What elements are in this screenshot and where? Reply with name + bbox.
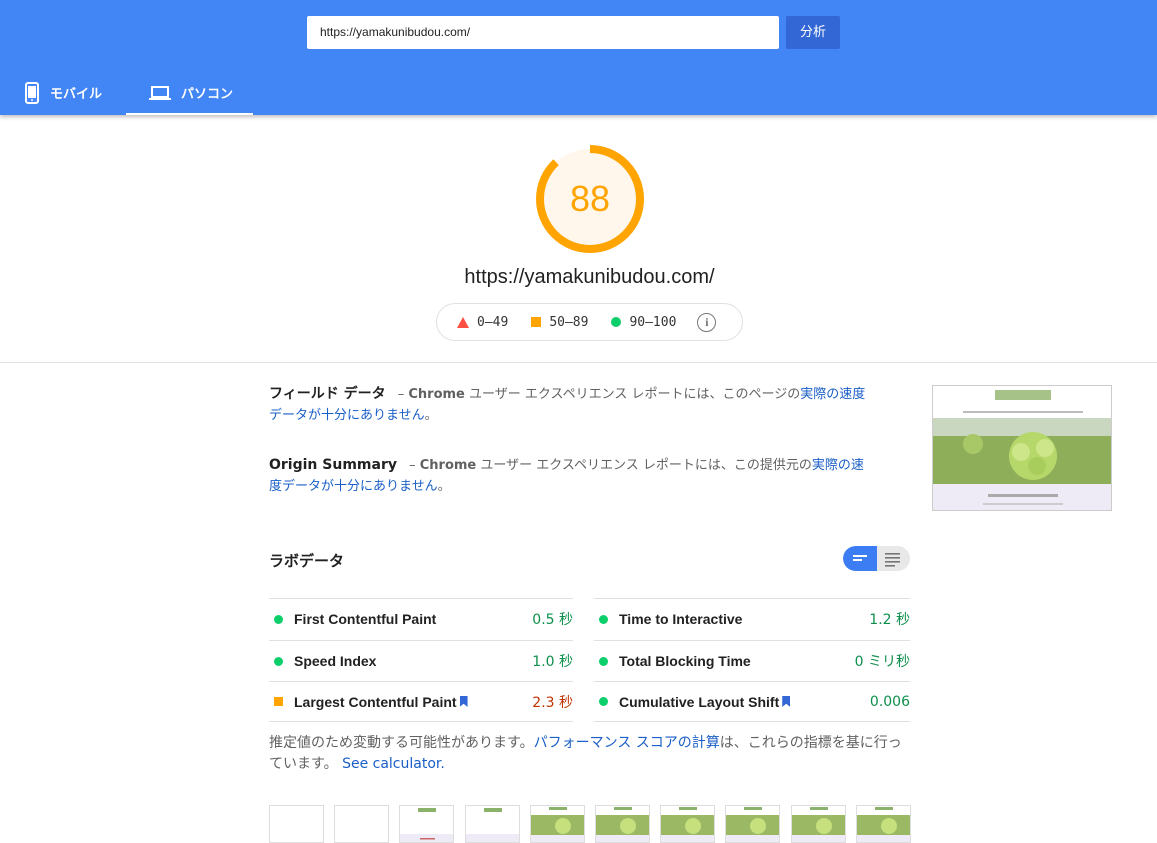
legend-fail: 0–49 xyxy=(457,315,508,330)
metric-row: Largest Contentful Paint 2.3 秒 xyxy=(269,681,573,722)
score-legend: 0–49 50–89 90–100 i xyxy=(436,303,743,341)
info-icon[interactable]: i xyxy=(697,312,717,332)
active-tab-indicator xyxy=(126,113,253,115)
filmstrip-frame xyxy=(595,805,650,843)
tab-desktop-label: パソコン xyxy=(181,87,234,102)
page-screenshot-thumbnail xyxy=(932,385,1112,511)
compact-view-button[interactable] xyxy=(843,546,877,571)
average-square-icon xyxy=(274,697,283,706)
metric-row: Speed Index 1.0 秒 xyxy=(269,640,573,681)
score-calc-link[interactable]: パフォーマンス スコアの計算 xyxy=(534,735,720,751)
score-value: 88 xyxy=(569,178,611,219)
expanded-list-icon[interactable] xyxy=(877,546,910,571)
circle-icon xyxy=(611,317,622,327)
field-data-section: フィールド データ – Chrome ユーザー エクスペリエンス レポートには、… xyxy=(269,384,869,426)
filmstrip-frame xyxy=(530,805,585,843)
lab-note: 推定値のため変動する可能性があります。パフォーマンス スコアの計算は、これらの指… xyxy=(269,733,914,775)
legend-average: 50–89 xyxy=(531,315,588,330)
origin-summary-text: ユーザー エクスペリエンス レポートには、この提供元の xyxy=(476,458,812,473)
filmstrip-frame xyxy=(465,805,520,843)
analyzed-url: https://yamakunibudou.com/ xyxy=(464,266,715,288)
see-calculator-link[interactable]: See calculator. xyxy=(342,756,445,772)
field-data-end: 。 xyxy=(424,408,438,423)
metric-value: 1.0 秒 xyxy=(532,654,573,670)
pass-circle-icon xyxy=(599,697,608,706)
metric-row: Time to Interactive 1.2 秒 xyxy=(594,598,910,639)
field-data-text: ユーザー エクスペリエンス レポートには、このページの xyxy=(464,387,801,402)
metric-name-wrap: Cumulative Layout Shift xyxy=(619,694,870,710)
legend-pass: 90–100 xyxy=(611,315,676,330)
metric-value: 2.3 秒 xyxy=(532,694,573,711)
metric-value: 0.006 xyxy=(869,693,910,710)
square-icon xyxy=(531,317,542,327)
metric-value: 0.5 秒 xyxy=(532,612,573,628)
metric-name: Cumulative Layout Shift xyxy=(619,693,780,710)
pass-circle-icon xyxy=(599,614,608,624)
pass-circle-icon xyxy=(274,656,283,666)
origin-summary-section: Origin Summary – Chrome ユーザー エクスペリエンス レポ… xyxy=(269,455,869,497)
metric-row: Cumulative Layout Shift 0.006 xyxy=(594,681,910,722)
origin-summary-chrome: Chrome xyxy=(419,458,477,473)
field-data-dash: – xyxy=(397,387,405,402)
metric-name: Total Blocking Time xyxy=(619,653,751,669)
note-text: 推定値のため変動する可能性があります。 xyxy=(269,735,534,751)
filmstrip-frame xyxy=(660,805,715,843)
metric-value: 1.2 秒 xyxy=(869,612,910,628)
metric-value: 0 ミリ秒 xyxy=(854,654,910,670)
compact-list-icon xyxy=(853,555,867,561)
filmstrip-frame xyxy=(269,805,324,843)
url-input[interactable]: https://yamakunibudou.com/ xyxy=(307,16,779,49)
analyze-button[interactable]: 分析 xyxy=(786,16,840,49)
metric-name: First Contentful Paint xyxy=(294,611,437,627)
filmstrip-frame xyxy=(334,805,389,843)
metric-name: Speed Index xyxy=(294,653,377,669)
field-data-title: フィールド データ xyxy=(269,386,386,402)
bookmark-icon xyxy=(782,696,791,707)
filmstrip-frame xyxy=(399,805,454,843)
origin-summary-title: Origin Summary xyxy=(269,457,397,473)
section-divider xyxy=(0,362,1157,363)
lab-data-title: ラボデータ xyxy=(269,552,345,570)
triangle-icon xyxy=(457,316,469,328)
smartphone-icon xyxy=(25,81,39,104)
pass-circle-icon xyxy=(599,656,608,666)
pass-circle-icon xyxy=(274,614,283,624)
laptop-icon xyxy=(149,85,171,100)
metric-name: Largest Contentful Paint xyxy=(294,693,457,710)
tab-mobile-label: モバイル xyxy=(50,87,103,102)
header-bar: https://yamakunibudou.com/ 分析 モバイル パソコン xyxy=(0,0,1157,115)
field-data-chrome: Chrome xyxy=(408,387,465,402)
view-toggle[interactable] xyxy=(843,546,910,571)
filmstrip-frame xyxy=(791,805,846,843)
metric-name: Time to Interactive xyxy=(619,611,743,627)
tab-desktop[interactable]: パソコン xyxy=(126,70,253,115)
legend-fail-range: 0–49 xyxy=(477,314,509,330)
screenshot-image xyxy=(933,386,1111,510)
filmstrip-frame xyxy=(856,805,911,843)
filmstrip-frame xyxy=(725,805,780,843)
legend-average-range: 50–89 xyxy=(549,314,589,330)
bookmark-icon xyxy=(459,696,468,707)
origin-summary-end: 。 xyxy=(437,479,451,494)
metric-name-wrap: Largest Contentful Paint xyxy=(294,694,532,710)
metric-row: First Contentful Paint 0.5 秒 xyxy=(269,598,573,639)
origin-summary-dash: – xyxy=(409,458,416,473)
metric-row: Total Blocking Time 0 ミリ秒 xyxy=(594,640,910,681)
tab-mobile[interactable]: モバイル xyxy=(24,70,102,115)
legend-pass-range: 90–100 xyxy=(629,314,677,330)
